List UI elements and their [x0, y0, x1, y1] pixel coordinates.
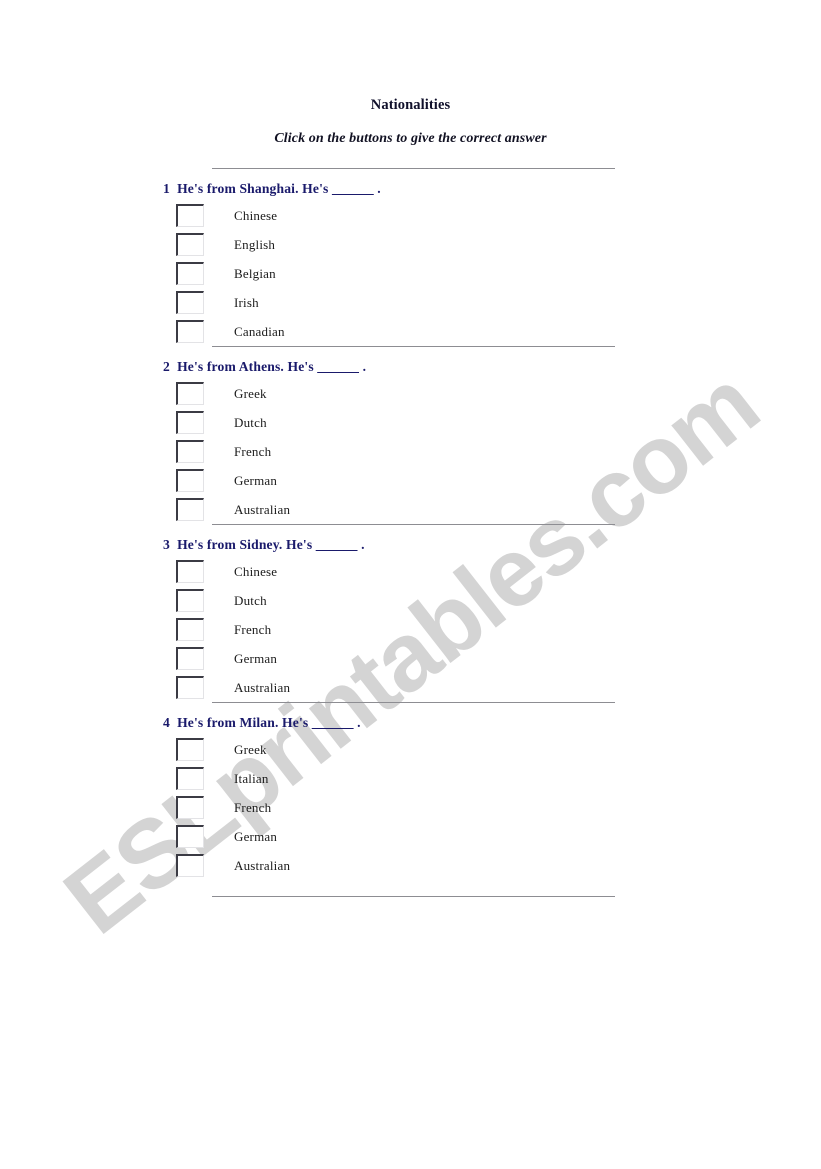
option-row[interactable]: German	[0, 466, 821, 495]
option-list: Greek Italian French German Australian	[0, 735, 821, 880]
question-block: 3 He's from Sidney. He's ______ . Chinese…	[0, 524, 821, 702]
question-punctuation: .	[359, 359, 367, 374]
question-number: 3	[163, 537, 170, 552]
option-row[interactable]: Chinese	[0, 557, 821, 586]
option-label: English	[234, 236, 276, 252]
answer-checkbox[interactable]	[176, 320, 204, 343]
question-number: 2	[163, 359, 170, 374]
option-row[interactable]: Dutch	[0, 408, 821, 437]
option-label: Australian	[234, 857, 291, 873]
answer-checkbox[interactable]	[176, 618, 204, 641]
option-list: Chinese English Belgian Irish Canadian	[0, 201, 821, 346]
answer-checkbox[interactable]	[176, 382, 204, 405]
questions-list: 1 He's from Shanghai. He's ______ . Chine…	[0, 168, 821, 897]
option-label: Italian	[234, 770, 269, 786]
worksheet-content: Nationalities Click on the buttons to gi…	[0, 0, 821, 1169]
option-row[interactable]: Chinese	[0, 201, 821, 230]
option-row[interactable]: Canadian	[0, 317, 821, 346]
option-row[interactable]: French	[0, 793, 821, 822]
answer-checkbox[interactable]	[176, 825, 204, 848]
option-label: Dutch	[234, 414, 267, 430]
answer-checkbox[interactable]	[176, 291, 204, 314]
question-block: 1 He's from Shanghai. He's ______ . Chine…	[0, 168, 821, 346]
option-row[interactable]: Australian	[0, 673, 821, 702]
option-label: Dutch	[234, 592, 267, 608]
answer-blank: ______	[332, 181, 374, 196]
answer-checkbox[interactable]	[176, 676, 204, 699]
option-label: German	[234, 828, 278, 844]
option-label: Greek	[234, 741, 267, 757]
option-label: German	[234, 650, 278, 666]
section-divider	[212, 346, 615, 347]
option-row[interactable]: German	[0, 822, 821, 851]
question-punctuation: .	[353, 715, 361, 730]
option-row[interactable]: German	[0, 644, 821, 673]
answer-checkbox[interactable]	[176, 796, 204, 819]
option-label: Greek	[234, 385, 267, 401]
option-row[interactable]: French	[0, 437, 821, 466]
option-label: Belgian	[234, 265, 276, 281]
question-prompt: He's from Sidney. He's	[177, 537, 316, 552]
option-label: German	[234, 472, 278, 488]
option-row[interactable]: Australian	[0, 495, 821, 524]
option-row[interactable]: Dutch	[0, 586, 821, 615]
option-label: Chinese	[234, 563, 278, 579]
question-number: 4	[163, 715, 170, 730]
question-text: 1 He's from Shanghai. He's ______ .	[163, 181, 821, 197]
answer-checkbox[interactable]	[176, 647, 204, 670]
question-text: 4 He's from Milan. He's ______ .	[163, 715, 821, 731]
page-title: Nationalities	[370, 97, 451, 113]
option-row[interactable]: Greek	[0, 735, 821, 764]
option-label: Canadian	[234, 323, 285, 339]
question-punctuation: .	[357, 537, 365, 552]
answer-checkbox[interactable]	[176, 411, 204, 434]
option-label: Irish	[234, 294, 259, 310]
option-label: Australian	[234, 679, 291, 695]
answer-checkbox[interactable]	[176, 498, 204, 521]
option-label: French	[234, 799, 272, 815]
question-number: 1	[163, 181, 170, 196]
question-block: 2 He's from Athens. He's ______ . Greek Du…	[0, 346, 821, 524]
section-divider	[212, 896, 615, 897]
question-prompt: He's from Shanghai. He's	[177, 181, 332, 196]
question-text: 2 He's from Athens. He's ______ .	[163, 359, 821, 375]
answer-checkbox[interactable]	[176, 440, 204, 463]
answer-checkbox[interactable]	[176, 854, 204, 877]
instructions-text: Click on the buttons to give the correct…	[274, 131, 547, 146]
question-prompt: He's from Milan. He's	[177, 715, 312, 730]
answer-checkbox[interactable]	[176, 560, 204, 583]
question-text: 3 He's from Sidney. He's ______ .	[163, 537, 821, 553]
option-list: Chinese Dutch French German Australian	[0, 557, 821, 702]
option-label: Chinese	[234, 207, 278, 223]
option-row[interactable]: Irish	[0, 288, 821, 317]
answer-blank: ______	[315, 537, 358, 552]
section-divider	[212, 524, 615, 525]
answer-checkbox[interactable]	[176, 589, 204, 612]
answer-blank: ______	[317, 359, 360, 374]
option-row[interactable]: French	[0, 615, 821, 644]
question-prompt: He's from Athens. He's	[177, 359, 318, 374]
section-divider	[212, 168, 615, 169]
question-punctuation: .	[373, 181, 381, 196]
section-divider	[212, 702, 615, 703]
option-row[interactable]: Belgian	[0, 259, 821, 288]
option-row[interactable]: English	[0, 230, 821, 259]
option-label: French	[234, 443, 272, 459]
option-label: Australian	[234, 501, 291, 517]
question-block: 4 He's from Milan. He's ______ . Greek Ita…	[0, 702, 821, 880]
answer-checkbox[interactable]	[176, 738, 204, 761]
answer-checkbox[interactable]	[176, 204, 204, 227]
answer-checkbox[interactable]	[176, 469, 204, 492]
answer-checkbox[interactable]	[176, 233, 204, 256]
worksheet-page: ESLprintables.com Nationalities Click on…	[0, 0, 821, 1169]
option-label: French	[234, 621, 272, 637]
answer-checkbox[interactable]	[176, 767, 204, 790]
answer-blank: ______	[311, 715, 354, 730]
option-row[interactable]: Greek	[0, 379, 821, 408]
option-list: Greek Dutch French German Australian	[0, 379, 821, 524]
option-row[interactable]: Italian	[0, 764, 821, 793]
answer-checkbox[interactable]	[176, 262, 204, 285]
option-row[interactable]: Australian	[0, 851, 821, 880]
